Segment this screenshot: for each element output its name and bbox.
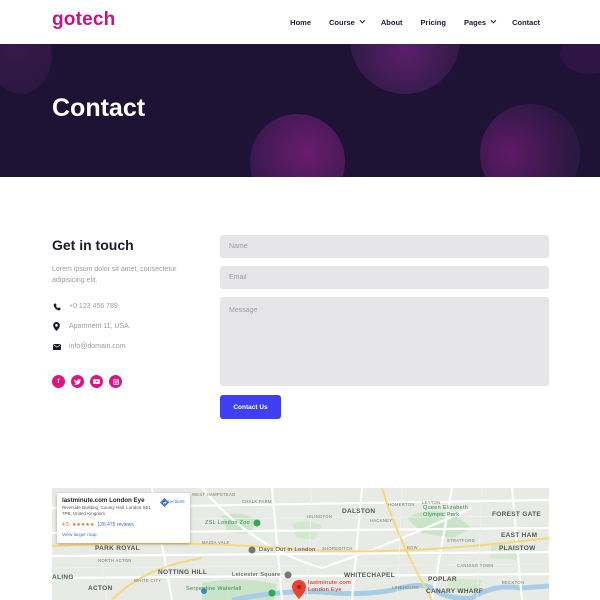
main-nav: Home Course About Pricing Pages Contact [272,0,540,44]
map-label-forest-gate: FOREST GATE [492,511,542,518]
decorative-blob [250,114,345,177]
map-label-park-royal: PARK ROYAL [95,545,140,552]
map-label-days-out: Days Out in London [259,547,316,553]
chevron-down-icon [490,17,497,24]
map-label-leicester-square: Leicester Square [232,572,281,578]
directions-button[interactable]: Directions [160,498,188,507]
map-label-west-hampstead: WEST HAMPSTEAD [192,492,236,497]
instagram-icon[interactable] [109,375,122,388]
place-rating: 4.5 ★★★★★ 126,475 reviews [62,522,134,528]
youtube-icon[interactable] [90,375,103,388]
view-larger-map-link[interactable]: View larger map [62,533,97,538]
rating-stars: ★★★★★ [71,522,95,528]
map-label-stratford: STRATFORD [447,538,475,543]
contact-address: Apartment 11, USA [52,322,129,331]
nav-contact[interactable]: Contact [512,18,540,27]
map-label-plaistow: PLAISTOW [499,545,536,552]
nav-course[interactable]: Course [329,17,366,27]
map-label-acton: ACTON [88,585,113,592]
message-field[interactable] [220,297,549,386]
envelope-icon [52,342,61,351]
map-label-whitechapel: WHITECHAPEL [344,572,395,579]
nav-home-label: Home [290,17,312,27]
nav-about-label: About [380,17,403,27]
twitter-icon[interactable] [71,375,84,388]
social-links: f [52,375,122,388]
nav-contact-label: Contact [512,17,540,27]
nav-about[interactable]: About [381,18,403,27]
map-label-notting-hill: NOTTING HILL [158,569,208,576]
decorative-blob [480,104,580,177]
decorative-blob [350,44,460,94]
map-pin-icon [52,322,61,331]
map-label-white-city: WHITE CITY [134,578,162,583]
place-title: lastminute.com London Eye [62,497,145,504]
site-header: gotech Home Course About Pricing Pages C… [0,0,600,44]
map-label-ealing: ALING [52,574,74,581]
contact-us-button[interactable]: Contact Us [220,395,281,419]
map-label-beckton: BECKTON [502,580,525,585]
contact-phone: +0 123 456 789 [52,302,118,311]
nav-course-label: Course [329,17,355,27]
nav-pages-label: Pages [463,17,487,27]
facebook-glyph: f [57,378,60,385]
address-text: Apartment 11, USA [69,323,129,330]
contact-email: info@domain.com [52,342,126,351]
facebook-icon[interactable]: f [52,375,65,388]
decorative-blob [560,44,600,74]
map-label-shoreditch: SHOREDITCH [322,546,353,551]
nav-pages[interactable]: Pages [463,17,497,27]
place-address: Riverside Building, County Hall, London … [62,505,152,516]
map-label-canning-town: CANNING TOWN [457,563,494,568]
map-label-london-eye: lastminute.com London Eye [308,580,352,593]
map-label-zsl-london-zoo: ZSL London Zoo [205,520,250,526]
rating-value: 4.5 [62,522,69,528]
map-label-limehouse: LIMEHOUSE [392,585,420,590]
phone-text: +0 123 456 789 [69,303,118,310]
place-info-card: lastminute.com London Eye Riverside Buil… [57,493,190,543]
page-title: Contact [52,94,146,122]
chevron-down-icon [359,17,366,24]
google-map[interactable]: DALSTON HOMERTON CHALK FARM WEST HAMPSTE… [52,488,549,600]
map-label-east-ham: EAST HAM [501,532,538,539]
map-label-serpentine: Serpentine Waterfall [186,586,242,592]
email-field[interactable] [220,266,549,289]
map-label-islington: ISLINGTON [307,514,333,519]
email-text[interactable]: info@domain.com [69,343,126,350]
map-label-canary-wharf: CANARY WHARF [426,588,484,595]
phone-icon [52,302,61,311]
map-label-hackney: HACKNEY [370,518,393,523]
name-field[interactable] [220,235,549,258]
map-label-queen-elizabeth-park: Queen Elizabeth Olympic Park [423,505,469,518]
nav-pricing-label: Pricing [420,17,446,27]
map-label-bow: BOW [407,545,418,550]
nav-home[interactable]: Home [290,18,311,27]
map-label-maida-vale: MAIDA VALE [202,540,230,545]
nav-pricing[interactable]: Pricing [421,18,446,27]
map-label-poplar: POPLAR [428,576,457,583]
decorative-blob [0,44,52,94]
map-label-chalk-farm: CHALK FARM [242,499,272,504]
map-label-north-acton: NORTH ACTON [98,558,132,563]
get-in-touch-heading: Get in touch [52,237,134,253]
map-label-dalston: DALSTON [342,508,376,515]
contact-description: Lorem ipsum dolor sit amet, consectetur … [52,266,177,284]
map-label-homerton: HOMERTON [388,502,415,507]
directions-icon [160,498,169,507]
gotech-logo[interactable]: gotech [52,9,115,31]
page-banner: Contact [0,44,600,177]
reviews-link[interactable]: 126,475 reviews [97,522,133,528]
